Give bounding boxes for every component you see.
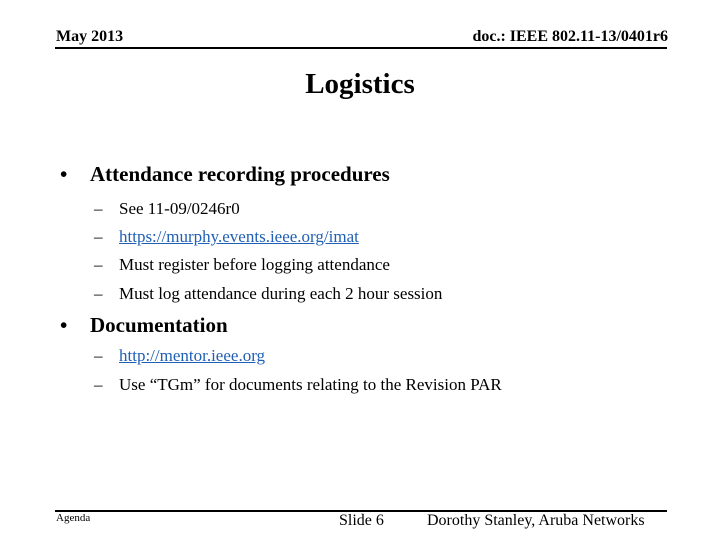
header-doc-id: doc.: IEEE 802.11-13/0401r6 [472, 28, 668, 45]
list-item: – https://murphy.events.ieee.org/imat [94, 227, 359, 247]
item-text: Must register before logging attendance [119, 255, 390, 274]
bullet-icon: • [60, 162, 68, 186]
dash-icon: – [94, 375, 103, 394]
header-date: May 2013 [56, 28, 124, 45]
dash-icon: – [94, 284, 103, 303]
list-item: – Must log attendance during each 2 hour … [94, 284, 442, 304]
footer-author: Dorothy Stanley, Aruba Networks [427, 512, 645, 529]
header-rule [55, 47, 667, 49]
mentor-link[interactable]: http://mentor.ieee.org [119, 346, 265, 365]
footer-agenda: Agenda [56, 512, 91, 524]
item-text: Use “TGm” for documents relating to the … [119, 375, 502, 394]
dash-icon: – [94, 346, 103, 365]
list-item: – http://mentor.ieee.org [94, 346, 265, 366]
dash-icon: – [94, 199, 103, 218]
footer-slide-number: Slide 6 [339, 512, 384, 529]
dash-icon: – [94, 227, 103, 246]
list-item: – See 11-09/0246r0 [94, 199, 240, 219]
dash-icon: – [94, 255, 103, 274]
list-item: – Must register before logging attendance [94, 255, 390, 275]
heading-text: Attendance recording procedures [90, 162, 390, 186]
list-item: – Use “TGm” for documents relating to the… [94, 375, 502, 395]
imat-link[interactable]: https://murphy.events.ieee.org/imat [119, 227, 359, 246]
heading-text: Documentation [90, 313, 228, 337]
bullet-icon: • [60, 313, 68, 337]
item-text: See 11-09/0246r0 [119, 199, 240, 218]
section-attendance-heading: • Attendance recording procedures [60, 162, 390, 187]
section-documentation-heading: • Documentation [60, 313, 228, 338]
item-text: Must log attendance during each 2 hour s… [119, 284, 443, 303]
slide-title: Logistics [305, 68, 415, 100]
